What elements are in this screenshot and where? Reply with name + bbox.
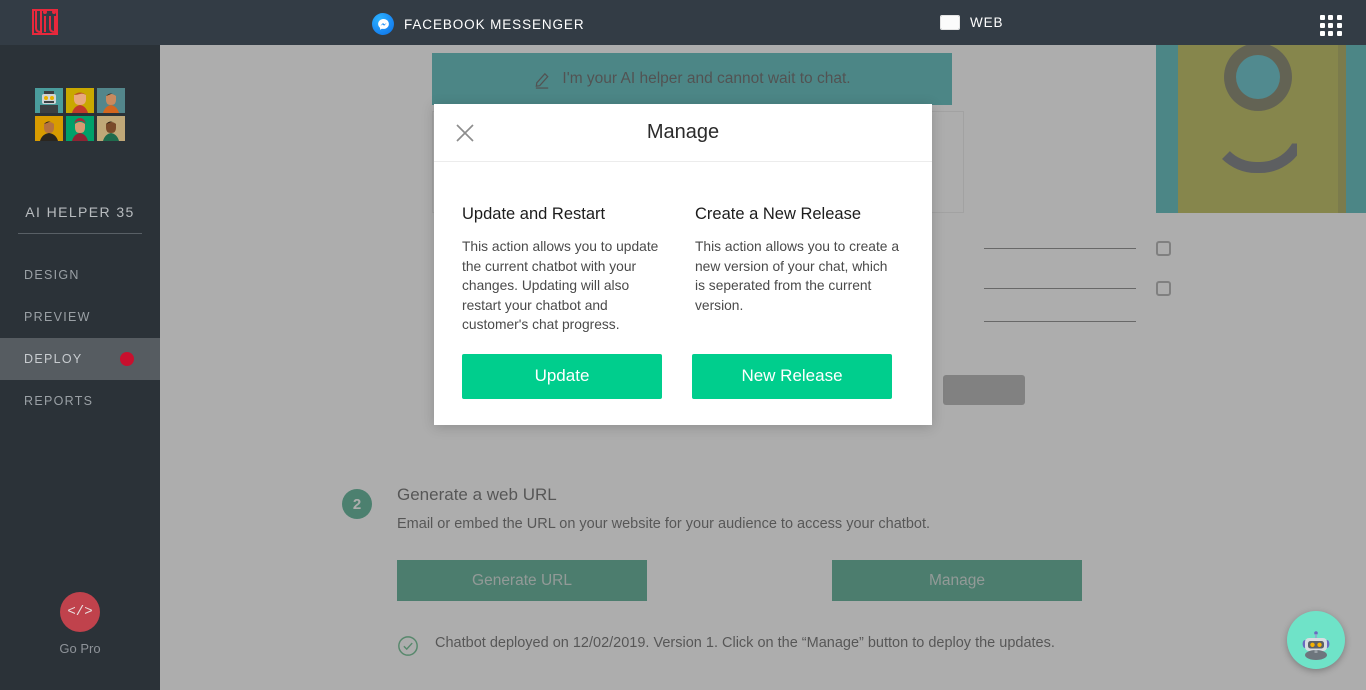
juji-logo[interactable] [0, 0, 160, 45]
modal-title: Manage [646, 121, 720, 143]
bot-name: AI HELPER 35 [25, 204, 135, 220]
modal-header: Manage [434, 104, 932, 162]
channel-label-messenger: FACEBOOK MESSENGER [404, 16, 585, 32]
deploy-status-dot [120, 352, 134, 366]
robot-avatar-icon [1302, 631, 1330, 660]
avatar-person-1[interactable] [66, 88, 94, 113]
modal-column-new-release: Create a New Release This action allows … [695, 205, 899, 335]
code-brackets-icon[interactable]: </> [60, 592, 100, 632]
channel-facebook-messenger[interactable]: FACEBOOK MESSENGER [372, 13, 585, 35]
go-pro-label: Go Pro [59, 641, 101, 656]
sidebar-item-reports[interactable]: REPORTS [0, 380, 160, 422]
sidebar: AI HELPER 35 DESIGN PREVIEW DEPLOY REPOR… [0, 45, 160, 690]
modal-column-desc-update: This action allows you to update the cur… [462, 239, 659, 332]
channel-web[interactable]: WEB [940, 15, 1003, 30]
avatar-robot[interactable] [35, 88, 63, 113]
sidebar-divider [18, 233, 142, 234]
web-browser-icon [940, 15, 960, 30]
sidebar-nav: DESIGN PREVIEW DEPLOY REPORTS [0, 254, 160, 422]
modal-body: Update and Restart This action allows yo… [434, 162, 932, 335]
channel-label-web: WEB [970, 15, 1004, 30]
go-pro[interactable]: </> Go Pro [0, 592, 160, 656]
close-x-icon[interactable] [452, 120, 478, 146]
avatar-person-2[interactable] [97, 88, 125, 113]
modal-column-title-release: Create a New Release [695, 205, 861, 223]
app-root: FACEBOOK MESSENGER WEB AI HELPER 35 DESI… [0, 0, 1366, 690]
modal-column-title-update: Update and Restart [462, 205, 606, 223]
modal-column-desc-release: This action allows you to create a new v… [695, 239, 899, 313]
avatar-person-5[interactable] [97, 116, 125, 141]
sidebar-item-label-design: DESIGN [24, 268, 80, 282]
update-button[interactable]: Update [462, 353, 662, 399]
messenger-icon [372, 13, 394, 35]
modal-column-update-restart: Update and Restart This action allows yo… [462, 205, 666, 335]
go-pro-icon-text: </> [67, 604, 93, 620]
top-bar: FACEBOOK MESSENGER WEB [0, 0, 1366, 45]
apps-grid-icon[interactable] [1320, 15, 1342, 36]
avatar-person-3[interactable] [35, 116, 63, 141]
avatar-person-4[interactable] [66, 116, 94, 141]
sidebar-item-design[interactable]: DESIGN [0, 254, 160, 296]
juji-logo-icon [28, 7, 66, 39]
sidebar-item-label-preview: PREVIEW [24, 310, 91, 324]
sidebar-item-preview[interactable]: PREVIEW [0, 296, 160, 338]
modal-actions: Update New Release [434, 353, 932, 399]
manage-modal: Manage Update and Restart This action al… [434, 104, 932, 425]
new-release-button[interactable]: New Release [692, 353, 892, 399]
avatar-gallery[interactable] [35, 88, 125, 141]
sidebar-item-label-reports: REPORTS [24, 394, 94, 408]
sidebar-item-label-deploy: DEPLOY [24, 352, 83, 366]
sidebar-item-deploy[interactable]: DEPLOY [0, 338, 160, 380]
chat-widget-button[interactable] [1287, 611, 1345, 669]
